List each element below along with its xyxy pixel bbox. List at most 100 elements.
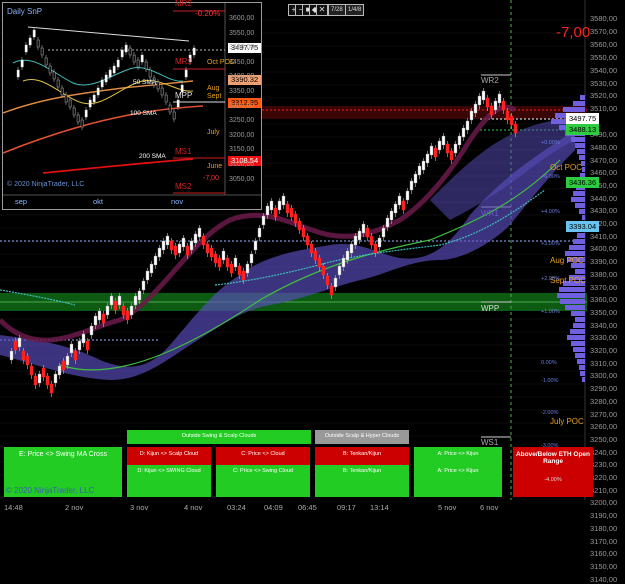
level-ws1: WS1 (481, 438, 499, 447)
candle (205, 243, 210, 254)
signal-panel-a-top-label: A: Price <> Kijun (437, 451, 479, 457)
inset-candle (36, 39, 40, 48)
level-wpp: WPP (481, 304, 500, 313)
price-tag-blue: 3393.04 (566, 221, 600, 232)
time-axis-tick: 4 nov (184, 503, 203, 512)
candle (445, 143, 450, 154)
signal-panel-b-top[interactable]: B: Tenkan/Kijun (315, 447, 409, 465)
price-axis-tick: 3170,00 (590, 536, 618, 546)
candle (493, 100, 498, 111)
price-axis-tick: 3220,00 (590, 473, 618, 482)
candle (237, 265, 242, 276)
volume-profile-bar (582, 167, 585, 172)
candle (25, 355, 30, 366)
candle (417, 165, 422, 176)
inset-price-tick: 3600,00 (229, 15, 255, 22)
time-axis-tick: 2 nov (65, 503, 84, 512)
inset-candle (44, 57, 48, 66)
candle (241, 270, 246, 281)
percent-label: +3.00% (541, 241, 560, 247)
toolbar-label-1[interactable]: 7/28 (328, 4, 346, 16)
candle (425, 153, 430, 164)
signal-panel-d-bottom[interactable]: D: Kijun <> SWING Cloud (127, 465, 211, 497)
volume-profile-bar (577, 359, 585, 364)
candle (85, 340, 90, 351)
price-axis-tick: 3430,00 (590, 206, 618, 216)
inset-candle (128, 47, 132, 56)
price-axis-tick: 3150,00 (590, 561, 618, 571)
candle (209, 247, 214, 258)
candle (125, 310, 130, 321)
candle (381, 227, 386, 238)
price-axis-tick: 3210,00 (590, 485, 618, 495)
signal-panel-d-top[interactable]: D: Kijun <> Scalp Cloud (127, 447, 211, 465)
price-axis-tick: 3180,00 (590, 523, 618, 533)
signal-panel-eth-label: Above/Below ETH Open Range (515, 451, 591, 465)
volume-profile-bar (557, 293, 585, 298)
inset-pct: -0.20% (195, 9, 221, 18)
candle (429, 145, 434, 156)
price-axis-tick: 3280,00 (590, 396, 618, 406)
inset-candle (140, 54, 144, 63)
candle (281, 195, 286, 206)
percent-label: -1.00% (541, 378, 559, 384)
signal-panel-d-bottom-label: D: Kijun <> SWING Cloud (137, 468, 201, 474)
inset-candle (84, 109, 88, 118)
price-axis-tick: 3320,00 (590, 346, 618, 355)
inset-candle (64, 94, 68, 103)
signal-panel-d-top-label: D: Kijun <> Scalp Cloud (139, 451, 199, 457)
candle (505, 110, 510, 121)
candle (305, 235, 310, 246)
daily-inset-panel[interactable]: Daily SnP MR2 -0.20% MR1 MPP MS1 MS2 -7,… (2, 0, 262, 210)
signal-panel-eth[interactable]: Above/Below ETH Open Range -4.00% (513, 447, 593, 497)
candle (453, 143, 458, 154)
candle (177, 243, 182, 254)
signal-panel-a-bottom[interactable]: A: Price <> Kijun (414, 465, 502, 497)
inset-candle (144, 61, 148, 70)
candle (157, 247, 162, 258)
volume-profile-bar (569, 245, 585, 250)
candle (285, 203, 290, 214)
volume-profile-bar (573, 239, 585, 244)
candle (21, 350, 26, 361)
candle (465, 120, 470, 131)
candle (325, 275, 330, 286)
volume-profile-bar (575, 143, 585, 148)
inset-candle (88, 99, 92, 108)
signal-panel-c-bottom[interactable]: C: Price <> Swing Cloud (216, 465, 310, 497)
signal-header-swing-scalp[interactable]: Outside Swing & Scalp Clouds (127, 430, 311, 444)
price-axis-tick: 3410,00 (590, 231, 618, 241)
candle (509, 115, 514, 126)
signal-panel-b-top-label: B: Tenkan/Kijun (342, 451, 382, 457)
inset-candle (148, 69, 152, 78)
price-axis-tick: 3230,00 (590, 460, 618, 470)
inset-mr1: MR1 (175, 57, 192, 66)
time-axis-tick: 03:24 (227, 503, 246, 512)
signal-panel-a-top[interactable]: A: Price <> Kijun (414, 447, 502, 465)
candle (97, 310, 102, 321)
price-axis-tick: 3580,00 (590, 14, 618, 23)
candle (245, 263, 250, 274)
inset-poc-july: July (207, 129, 220, 136)
candle (265, 205, 270, 216)
candle (61, 360, 66, 371)
inset-trend-line (27, 26, 190, 42)
toolbar-button-5[interactable]: ✕ (316, 4, 328, 16)
candle (485, 97, 490, 108)
inset-candle (104, 74, 108, 83)
candle (133, 295, 138, 306)
price-tag-green-2: 3436.36 (566, 177, 600, 188)
candle (193, 233, 198, 244)
signal-panel-c-top[interactable]: C: Price <> Cloud (216, 447, 310, 465)
inset-candle (56, 79, 60, 88)
signal-panel-b-bottom[interactable]: B: Tenkan/Kijun (315, 465, 409, 497)
percent-label: +6.00% (541, 174, 560, 180)
inset-poc-aug: Aug (207, 85, 220, 92)
volume-profile-bar (571, 197, 585, 202)
candle (309, 243, 314, 254)
toolbar-label-2[interactable]: 1/4/8 (345, 4, 365, 16)
signal-header-scalp-hyper[interactable]: Outside Scalp & Hyper Clouds (315, 430, 409, 444)
candle (101, 313, 106, 324)
candle (289, 207, 294, 218)
inset-candle (60, 87, 64, 96)
